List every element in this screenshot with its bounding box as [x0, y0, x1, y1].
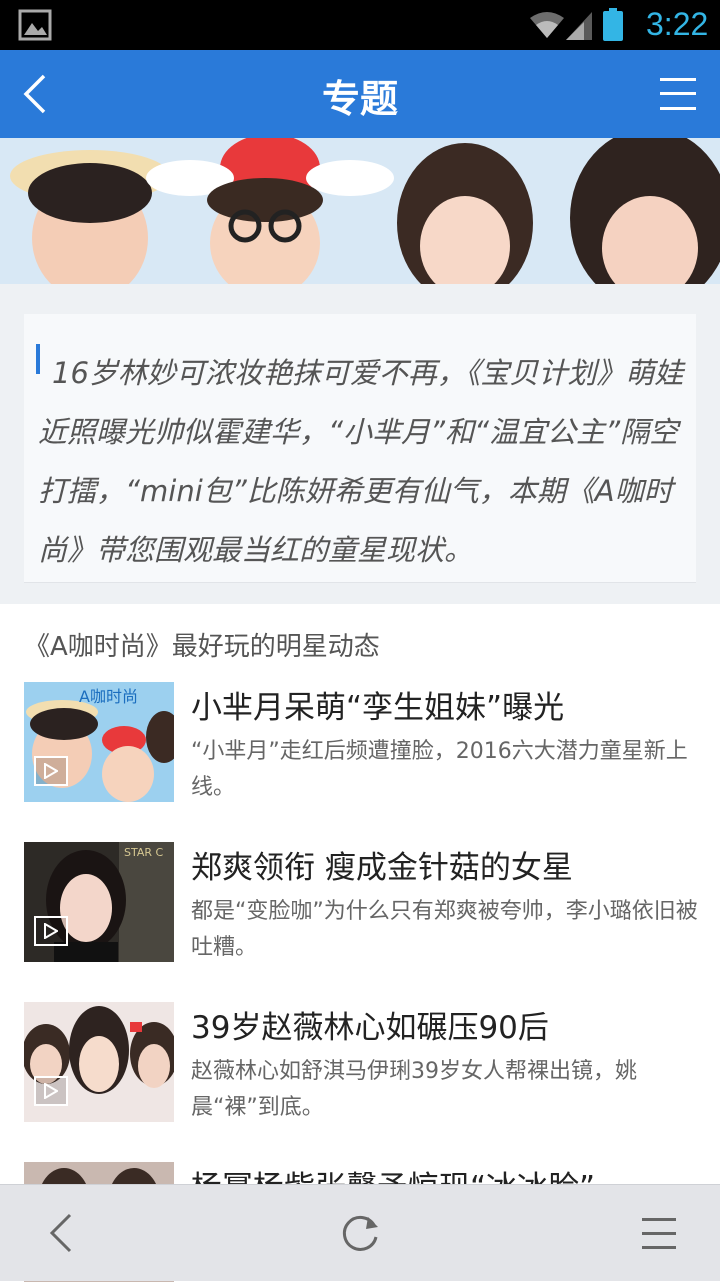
list-item[interactable]: 39岁赵薇林心如碾压90后 赵薇林心如舒淇马伊琍39岁女人帮裸出镜，姚晨“裸”到… [24, 1002, 696, 1122]
article-desc: 赵薇林心如舒淇马伊琍39岁女人帮裸出镜，姚晨“裸”到底。 [191, 1059, 637, 1120]
article-desc: “小芈月”走红后频遭撞脸，2016六大潜力童星新上线。 [191, 739, 688, 800]
svg-text:STAR C: STAR C [124, 846, 164, 859]
section-title: 《A咖时尚》最好玩的明星动态 [24, 632, 380, 662]
status-bar: 3:22 [0, 0, 720, 50]
menu-icon[interactable] [640, 1215, 680, 1251]
article-title: 郑爽领衔 瘦成金针菇的女星 [191, 850, 573, 886]
play-icon [34, 756, 68, 786]
back-icon[interactable] [44, 1211, 84, 1255]
article-thumbnail [24, 1002, 174, 1122]
article-desc: 都是“变脸咖”为什么只有郑爽被夸帅，李小璐依旧被吐糟。 [191, 899, 698, 960]
menu-icon[interactable] [660, 76, 696, 112]
list-item[interactable]: A咖时尚 小芈月呆萌“孪生姐妹”曝光 “小芈月”走红后频遭撞脸，2016六大潜力… [24, 682, 696, 802]
app-header: 专题 [0, 50, 720, 138]
summary-card: 16岁林妙可浓妆艳抹可爱不再，《宝贝计划》萌娃近照曝光帅似霍建华，“小芈月”和“… [24, 314, 696, 583]
wifi-icon [530, 12, 564, 38]
status-time: 3:22 [646, 6, 709, 42]
svg-text:A咖时尚: A咖时尚 [79, 687, 138, 706]
banner-illustration [0, 138, 720, 284]
article-title: 小芈月呆萌“孪生姐妹”曝光 [191, 690, 565, 726]
article-thumbnail: STAR C [24, 842, 174, 962]
banner-image[interactable] [0, 138, 720, 284]
article-thumbnail: A咖时尚 [24, 682, 174, 802]
play-icon [34, 1076, 68, 1106]
page-title: 专题 [321, 77, 398, 121]
battery-icon [603, 8, 623, 41]
play-icon [34, 916, 68, 946]
article-title: 39岁赵薇林心如碾压90后 [191, 1010, 549, 1046]
list-item[interactable]: STAR C 郑爽领衔 瘦成金针菇的女星 都是“变脸咖”为什么只有郑爽被夸帅，李… [24, 842, 698, 962]
summary-section: 16岁林妙可浓妆艳抹可爱不再，《宝贝计划》萌娃近照曝光帅似霍建华，“小芈月”和“… [0, 284, 720, 604]
signal-icon [566, 12, 592, 40]
summary-text: 16岁林妙可浓妆艳抹可爱不再，《宝贝计划》萌娃近照曝光帅似霍建华，“小芈月”和“… [38, 356, 684, 567]
refresh-icon[interactable] [338, 1211, 382, 1255]
gallery-icon [18, 9, 52, 41]
bottom-nav-bar [0, 1184, 720, 1281]
